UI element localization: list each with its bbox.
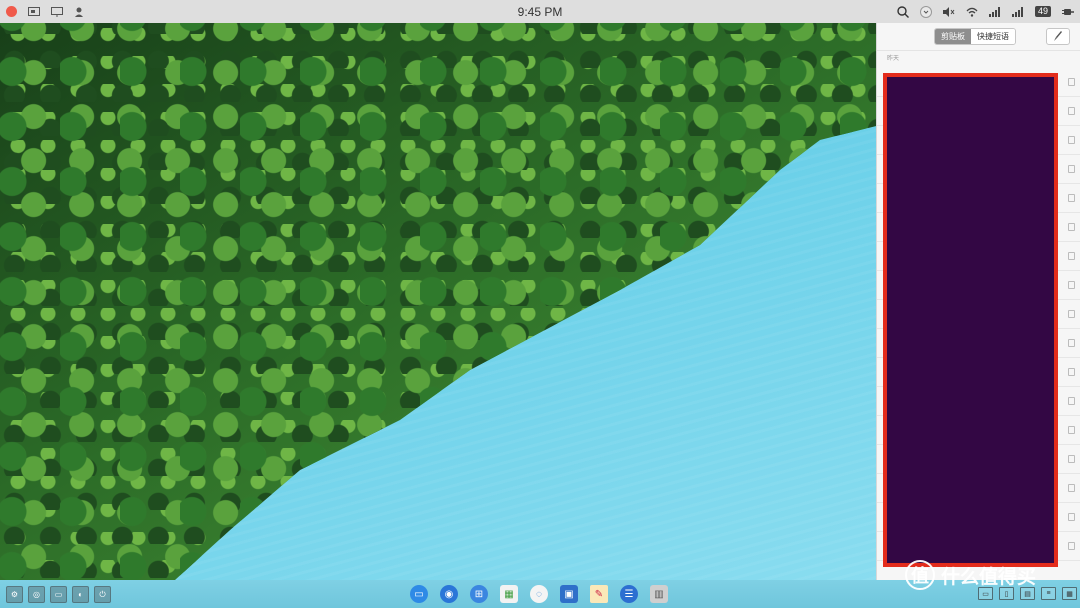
copy-icon[interactable] bbox=[1068, 136, 1075, 144]
copy-icon[interactable] bbox=[1068, 252, 1075, 260]
search-window-icon[interactable]: ◎ bbox=[28, 586, 45, 603]
chat-icon[interactable]: ☰ bbox=[620, 585, 638, 603]
chevron-down-icon[interactable] bbox=[920, 5, 933, 18]
plug-icon[interactable] bbox=[1061, 6, 1074, 17]
launcher-icon[interactable]: ⊞ bbox=[470, 585, 488, 603]
copy-icon[interactable] bbox=[1068, 542, 1075, 550]
copy-icon[interactable] bbox=[1068, 426, 1075, 434]
watermark-text: 什么值得买 bbox=[941, 566, 1037, 588]
record-dot-icon[interactable] bbox=[6, 6, 17, 17]
trash-icon[interactable]: ▥ bbox=[650, 585, 668, 603]
copy-icon[interactable] bbox=[1068, 223, 1075, 231]
copy-icon[interactable] bbox=[1068, 513, 1075, 521]
tab-clipboard[interactable]: 剪贴板 bbox=[935, 29, 971, 44]
copy-icon[interactable] bbox=[1068, 78, 1075, 86]
dock-left-controls: ⚙ ◎ ▭ ◐ ⏻ bbox=[6, 586, 111, 603]
copy-icon[interactable] bbox=[1068, 194, 1075, 202]
clipboard-preview-highlight bbox=[883, 73, 1058, 567]
store-icon[interactable]: ▣ bbox=[560, 585, 578, 603]
menubar-left-group bbox=[6, 6, 86, 17]
copy-icon[interactable] bbox=[1068, 310, 1075, 318]
section-label-yesterday: 昨天 bbox=[877, 50, 1080, 67]
tab-quick-phrases[interactable]: 快捷短语 bbox=[971, 29, 1015, 44]
notes-icon[interactable]: ✎ bbox=[590, 585, 608, 603]
copy-icon[interactable] bbox=[1068, 397, 1075, 405]
signal-icon-2[interactable] bbox=[1012, 6, 1025, 17]
site-watermark: 值 什么值得买 bbox=[905, 560, 1036, 590]
monitor-icon[interactable] bbox=[50, 6, 63, 17]
browser-icon[interactable]: ◌ bbox=[530, 585, 548, 603]
wifi-icon[interactable] bbox=[966, 6, 979, 17]
menu-icon[interactable]: ≡ bbox=[1041, 587, 1056, 600]
user-icon[interactable] bbox=[73, 6, 86, 17]
top-menubar: 9:45 PM 49 bbox=[0, 0, 1080, 23]
copy-icon[interactable] bbox=[1068, 107, 1075, 115]
copy-icon[interactable] bbox=[1068, 165, 1075, 173]
mute-icon[interactable] bbox=[943, 6, 956, 17]
calendar-icon[interactable]: ▦ bbox=[500, 585, 518, 603]
copy-icon[interactable] bbox=[1068, 368, 1075, 376]
settings-icon[interactable]: ⚙ bbox=[6, 586, 23, 603]
menubar-right-group: 49 bbox=[897, 5, 1074, 18]
battery-level[interactable]: 49 bbox=[1034, 6, 1051, 17]
brush-icon bbox=[1053, 30, 1063, 43]
window-icon[interactable]: ▭ bbox=[50, 586, 67, 603]
clear-brush-button[interactable] bbox=[1046, 28, 1070, 45]
app-dock: ▭ ◉ ⊞ ▦ ◌ ▣ ✎ ☰ ▥ bbox=[410, 585, 668, 603]
clipboard-panel-header: 剪贴板 快捷短语 bbox=[877, 23, 1080, 50]
toggle-icon[interactable]: ◐ bbox=[72, 586, 89, 603]
layout-icon[interactable]: ▦ bbox=[1062, 587, 1077, 600]
finder-icon[interactable]: ▭ bbox=[410, 585, 428, 603]
copy-icon[interactable] bbox=[1068, 281, 1075, 289]
clipboard-tab-switcher: 剪贴板 快捷短语 bbox=[934, 28, 1016, 45]
signal-icon[interactable] bbox=[989, 6, 1002, 17]
screen-capture-icon[interactable] bbox=[27, 6, 40, 17]
watermark-badge: 值 bbox=[905, 560, 935, 590]
photos-icon[interactable]: ◉ bbox=[440, 585, 458, 603]
copy-icon[interactable] bbox=[1068, 484, 1075, 492]
copy-icon[interactable] bbox=[1068, 455, 1075, 463]
power-icon[interactable]: ⏻ bbox=[94, 586, 111, 603]
copy-icon[interactable] bbox=[1068, 339, 1075, 347]
search-icon[interactable] bbox=[897, 5, 910, 18]
